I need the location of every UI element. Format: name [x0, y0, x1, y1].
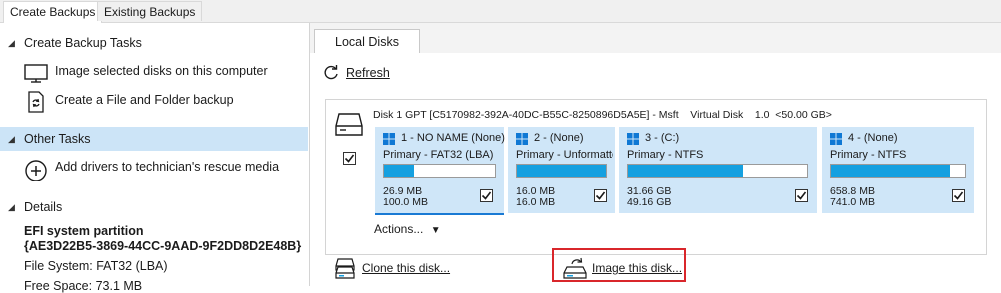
actions-dropdown[interactable]: Actions... ▼ — [374, 222, 441, 236]
collapse-triangle-icon: ◢ — [8, 134, 15, 144]
details-partition-guid: {AE3D22B5-3869-44CC-9AAD-9F2DD8D2E48B} — [24, 239, 302, 253]
tab-local-disks[interactable]: Local Disks — [314, 29, 420, 53]
usage-bar-fill — [384, 165, 414, 177]
selected-partition-underline — [375, 213, 504, 215]
tab-existing-backups[interactable]: Existing Backups — [97, 1, 203, 21]
collapse-triangle-icon: ◢ — [8, 38, 15, 48]
partition-type: Primary - FAT32 (LBA) — [383, 149, 494, 161]
task-label: Create a File and Folder backup — [55, 93, 234, 107]
usage-bar — [516, 164, 607, 178]
details-file-system: File System: FAT32 (LBA) — [24, 259, 168, 273]
tab-create-backups[interactable]: Create Backups — [3, 1, 103, 23]
top-tab-bar: Create Backups Existing Backups — [0, 0, 1001, 23]
add-circle-icon — [24, 157, 48, 182]
disk-checkbox[interactable] — [343, 152, 356, 165]
clone-disk-icon — [333, 257, 357, 282]
details-partition-name: EFI system partition — [24, 224, 144, 238]
file-sync-icon — [24, 90, 48, 114]
partition-card[interactable]: 3 - (C:) Primary - NTFS 31.66 GB 49.16 G… — [619, 127, 817, 213]
partition-checkbox[interactable] — [480, 189, 493, 202]
details-header[interactable]: ◢ Details — [0, 195, 308, 219]
partition-type: Primary - NTFS — [830, 149, 907, 161]
windows-icon — [516, 133, 528, 148]
usage-bar — [627, 164, 808, 178]
section-title: Create Backup Tasks — [24, 36, 142, 50]
windows-icon — [383, 133, 395, 148]
partition-checkbox[interactable] — [594, 189, 607, 202]
task-label: Add drivers to technician's rescue media — [55, 160, 280, 174]
usage-bar-fill — [628, 165, 743, 177]
clone-disk-button[interactable]: Clone this disk... — [333, 257, 483, 281]
windows-icon — [627, 133, 639, 148]
left-task-pane: ◢ Create Backup Tasks Image selected dis… — [0, 23, 310, 293]
partition-total: 49.16 GB — [627, 196, 672, 208]
partition-title: 4 - (None) — [848, 132, 898, 144]
partition-total: 100.0 MB — [383, 196, 428, 208]
partition-title: 1 - NO NAME (None) — [401, 132, 505, 144]
partition-checkbox[interactable] — [952, 189, 965, 202]
task-label: Image selected disks on this computer — [55, 64, 268, 78]
actions-label: Actions... — [374, 222, 424, 236]
usage-bar — [383, 164, 496, 178]
disk-header: Disk 1 GPT [C5170982-392A-40DC-B55C-8250… — [373, 109, 832, 121]
refresh-icon — [322, 64, 340, 85]
section-title: Other Tasks — [24, 132, 91, 146]
refresh-button[interactable]: Refresh — [322, 64, 402, 84]
partition-card[interactable]: 4 - (None) Primary - NTFS 658.8 MB 741.0… — [822, 127, 974, 213]
partition-title: 2 - (None) — [534, 132, 584, 144]
local-disks-tabstrip: Local Disks — [310, 23, 1001, 53]
disk-panel: Disk 1 GPT [C5170982-392A-40DC-B55C-8250… — [325, 99, 987, 255]
windows-icon — [830, 133, 842, 148]
partition-type: Primary - Unformatted — [516, 149, 613, 161]
partition-type: Primary - NTFS — [627, 149, 704, 161]
hard-disk-icon — [334, 110, 364, 141]
highlight-box — [552, 248, 686, 282]
create-backup-tasks-header[interactable]: ◢ Create Backup Tasks — [0, 31, 308, 55]
collapse-triangle-icon: ◢ — [8, 202, 15, 212]
partition-checkbox[interactable] — [795, 189, 808, 202]
details-free-space: Free Space: 73.1 MB — [24, 279, 143, 293]
other-tasks-header[interactable]: ◢ Other Tasks — [0, 127, 308, 151]
partition-title: 3 - (C:) — [645, 132, 680, 144]
section-title: Details — [24, 200, 63, 214]
partition-total: 741.0 MB — [830, 196, 875, 208]
clone-disk-link[interactable]: Clone this disk... — [362, 261, 450, 275]
refresh-link[interactable]: Refresh — [346, 66, 390, 80]
partition-card[interactable]: 2 - (None) Primary - Unformatted 16.0 MB… — [508, 127, 615, 213]
monitor-icon — [24, 61, 48, 85]
partition-card[interactable]: 1 - NO NAME (None) Primary - FAT32 (LBA)… — [375, 127, 505, 213]
usage-bar-fill — [831, 165, 951, 177]
usage-bar — [830, 164, 966, 178]
usage-bar-fill — [517, 165, 606, 177]
partition-total: 16.0 MB — [516, 196, 556, 208]
right-content-pane: Local Disks Refresh Disk 1 GPT [C5170982… — [310, 23, 1001, 286]
caret-down-icon: ▼ — [430, 225, 441, 236]
